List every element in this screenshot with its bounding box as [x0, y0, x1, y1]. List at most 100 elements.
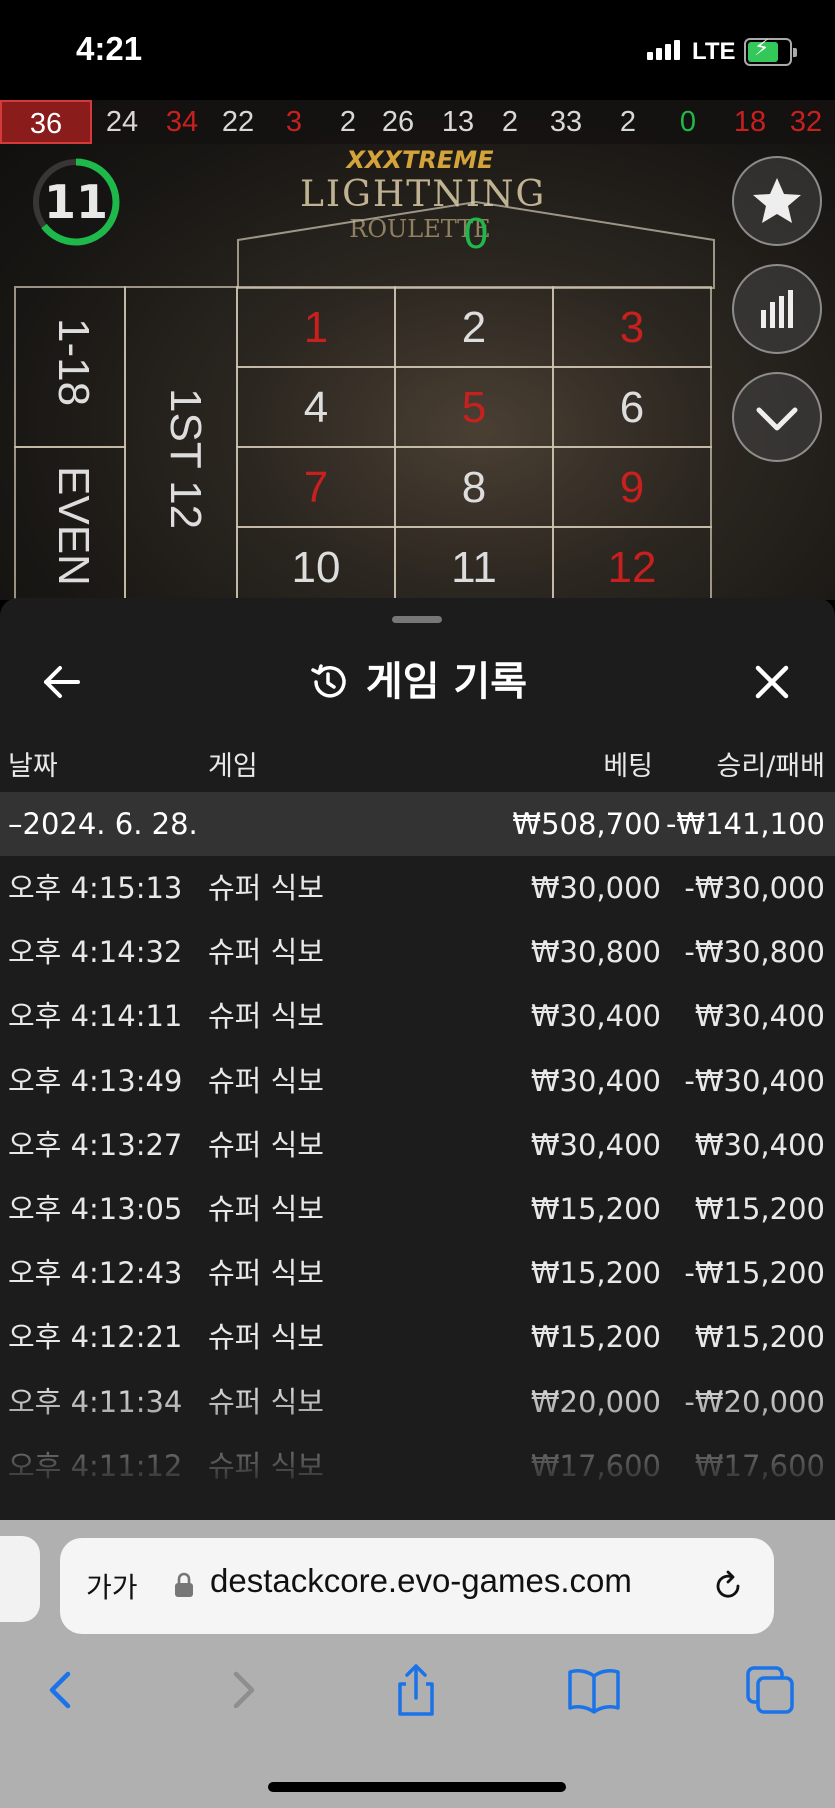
network-type: LTE [692, 38, 736, 65]
number-cell[interactable]: 2 [394, 286, 554, 368]
recent-result: 2 [501, 106, 519, 138]
history-row[interactable]: 오후 4:12:43 슈퍼 식보 ₩15,200 -₩15,200 [0, 1241, 835, 1305]
bet-1-18[interactable]: 1-18 [14, 286, 126, 448]
row-game: 슈퍼 식보 [208, 1320, 324, 1355]
battery-icon: ⚡ [744, 36, 797, 66]
sheet-title-text: 게임 기록 [365, 659, 528, 705]
recent-result: 18 [733, 106, 767, 138]
row-time: 오후 4:14:32 [8, 935, 183, 970]
row-result: ₩15,200 [694, 1192, 825, 1226]
number-cell[interactable]: 3 [552, 286, 712, 368]
recent-result: 33 [549, 106, 583, 138]
recent-result: 13 [441, 106, 475, 138]
share-icon[interactable] [386, 1660, 446, 1720]
row-result: -₩30,800 [684, 935, 825, 970]
number-cell[interactable]: 11 [394, 526, 554, 600]
number-cell[interactable]: 6 [552, 366, 712, 448]
game-history-sheet: 게임 기록 날짜 게임 베팅 승리/패배 –2024. 6. 28. ₩508,… [0, 598, 835, 1520]
clock: 4:21 [76, 30, 143, 67]
number-cell[interactable]: 9 [552, 446, 712, 528]
chevron-down-icon [756, 407, 798, 431]
sheet-title: 게임 기록 [0, 638, 835, 726]
row-time: 오후 4:13:49 [8, 1063, 183, 1098]
bet-even[interactable]: EVEN [14, 446, 126, 600]
row-time: 오후 4:15:13 [8, 871, 183, 905]
group-date: –2024. 6. 28. [8, 807, 198, 841]
lock-icon [175, 1572, 193, 1597]
col-date: 날짜 [8, 751, 58, 782]
back-icon[interactable] [32, 1660, 92, 1720]
number-cell[interactable]: 12 [552, 526, 712, 600]
text-size-button[interactable]: 가가 [86, 1566, 138, 1606]
tabs-icon[interactable] [740, 1660, 800, 1720]
recent-result: 34 [165, 106, 199, 138]
row-bet: ₩30,400 [530, 999, 661, 1034]
number-cell[interactable]: 1 [236, 286, 396, 368]
group-win-loss-total: -₩141,100 [665, 807, 825, 841]
sheet-header: 게임 기록 [0, 638, 835, 726]
history-row[interactable]: 오후 4:12:21 슈퍼 식보 ₩15,200 ₩15,200 [0, 1305, 835, 1369]
number-cell[interactable]: 8 [394, 446, 554, 528]
row-bet: ₩15,200 [530, 1256, 661, 1291]
status-bar: 4:21 LTE ⚡ [0, 0, 835, 100]
row-bet: ₩30,800 [530, 935, 661, 970]
bet-1st-dozen[interactable]: 1ST 12 [124, 286, 238, 600]
row-bet: ₩15,200 [530, 1192, 661, 1226]
row-game: 슈퍼 식보 [208, 935, 324, 970]
col-game: 게임 [208, 751, 258, 782]
history-row[interactable]: 오후 4:14:11 슈퍼 식보 ₩30,400 ₩30,400 [0, 984, 835, 1048]
home-indicator [268, 1782, 566, 1792]
history-row[interactable]: 오후 4:14:32 슈퍼 식보 ₩30,800 -₩30,800 [0, 920, 835, 984]
history-row[interactable]: 오후 4:13:27 슈퍼 식보 ₩30,400 ₩30,400 [0, 1113, 835, 1177]
recent-result: 0 [679, 106, 697, 138]
row-game: 슈퍼 식보 [208, 999, 324, 1034]
row-bet: ₩15,200 [530, 1320, 661, 1355]
row-bet: ₩30,400 [530, 1127, 661, 1162]
number-cell[interactable]: 7 [236, 446, 396, 528]
history-icon [311, 664, 346, 698]
recent-results-strip: 36 24 34 22 3 2 26 13 2 33 2 0 18 32 [0, 100, 835, 144]
star-icon [753, 178, 801, 223]
date-group-row[interactable]: –2024. 6. 28. ₩508,700 -₩141,100 [0, 792, 835, 856]
cellular-signal-icon [647, 40, 683, 60]
bet-1-18-label: 1-18 [49, 318, 98, 407]
countdown-timer: 11 [30, 156, 122, 248]
collapse-button[interactable] [732, 372, 822, 462]
recent-result: 2 [619, 106, 637, 138]
history-row[interactable]: 오후 4:13:05 슈퍼 식보 ₩15,200 ₩15,200 [0, 1177, 835, 1241]
row-time: 오후 4:13:05 [8, 1192, 183, 1226]
row-result: -₩15,200 [684, 1256, 825, 1291]
bar-chart-icon [761, 290, 793, 328]
number-cell[interactable]: 4 [236, 366, 396, 448]
row-game: 슈퍼 식보 [208, 1256, 324, 1291]
row-time: 오후 4:14:11 [8, 999, 183, 1034]
timer-value: 11 [43, 175, 108, 229]
close-icon[interactable] [752, 662, 792, 702]
row-result: ₩30,400 [694, 999, 825, 1034]
favorite-button[interactable] [732, 156, 822, 246]
recent-result: 2 [339, 106, 357, 138]
statistics-button[interactable] [732, 264, 822, 354]
address-bar[interactable]: 가가 destackcore.evo-games.com [60, 1538, 774, 1634]
row-result: ₩30,400 [694, 1127, 825, 1162]
column-headers: 날짜 게임 베팅 승리/패배 [0, 738, 835, 790]
reload-icon[interactable] [710, 1568, 746, 1604]
bookmarks-icon[interactable] [564, 1660, 624, 1720]
zero-pocket[interactable]: 0 [236, 200, 716, 290]
row-result: ₩15,200 [694, 1320, 825, 1355]
history-row[interactable]: 오후 4:13:49 슈퍼 식보 ₩30,400 -₩30,400 [0, 1049, 835, 1113]
number-cell[interactable]: 5 [394, 366, 554, 448]
row-game: 슈퍼 식보 [208, 1063, 324, 1098]
recent-result: 3 [285, 106, 303, 138]
forward-icon[interactable] [212, 1660, 272, 1720]
sheet-drag-handle[interactable] [392, 616, 442, 623]
recent-result: 26 [381, 106, 415, 138]
row-bet: ₩30,400 [530, 1063, 661, 1098]
previous-tab-preview[interactable] [0, 1536, 40, 1622]
recent-result: 32 [789, 106, 823, 138]
list-fade-overlay [0, 1378, 835, 1520]
history-row[interactable]: 오후 4:15:13 슈퍼 식보 ₩30,000 -₩30,000 [0, 856, 835, 920]
number-cell[interactable]: 10 [236, 526, 396, 600]
recent-result: 24 [105, 106, 139, 138]
row-result: -₩30,000 [684, 871, 825, 905]
